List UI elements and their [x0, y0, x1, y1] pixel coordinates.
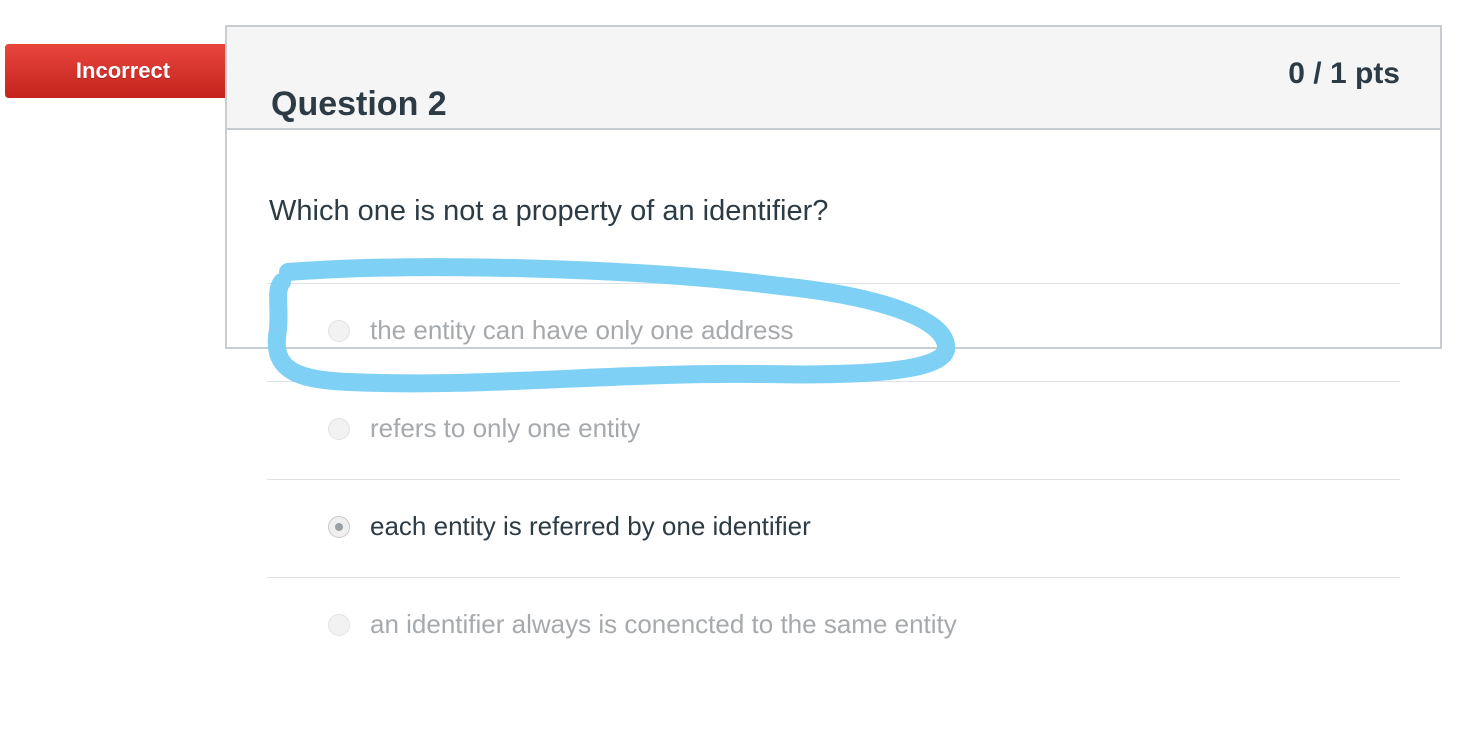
- answer-label: the entity can have only one address: [370, 315, 794, 345]
- question-header: Question 2 0 / 1 pts: [227, 27, 1440, 130]
- question-text: Which one is not a property of an identi…: [269, 195, 829, 227]
- incorrect-label: Incorrect: [75, 58, 171, 83]
- question-title: Question 2: [271, 85, 447, 123]
- answer-option-selected[interactable]: each entity is referred by one identifie…: [267, 479, 1400, 577]
- answer-label: refers to only one entity: [370, 413, 641, 443]
- radio-button[interactable]: [328, 320, 350, 342]
- radio-button-selected[interactable]: [328, 516, 350, 538]
- question-points: 0 / 1 pts: [1288, 57, 1400, 90]
- question-card: Question 2 0 / 1 pts Which one is not a …: [225, 25, 1442, 639]
- answer-label: each entity is referred by one identifie…: [370, 511, 811, 541]
- answer-option[interactable]: refers to only one entity: [267, 381, 1400, 479]
- incorrect-banner: Incorrect: [5, 44, 255, 98]
- answer-label: an identifier always is conencted to the…: [370, 609, 957, 639]
- radio-button[interactable]: [328, 614, 350, 636]
- answer-option[interactable]: the entity can have only one address: [267, 283, 1400, 381]
- radio-button[interactable]: [328, 418, 350, 440]
- answer-option[interactable]: an identifier always is conencted to the…: [267, 577, 1400, 675]
- answer-list: the entity can have only one address ref…: [267, 283, 1400, 675]
